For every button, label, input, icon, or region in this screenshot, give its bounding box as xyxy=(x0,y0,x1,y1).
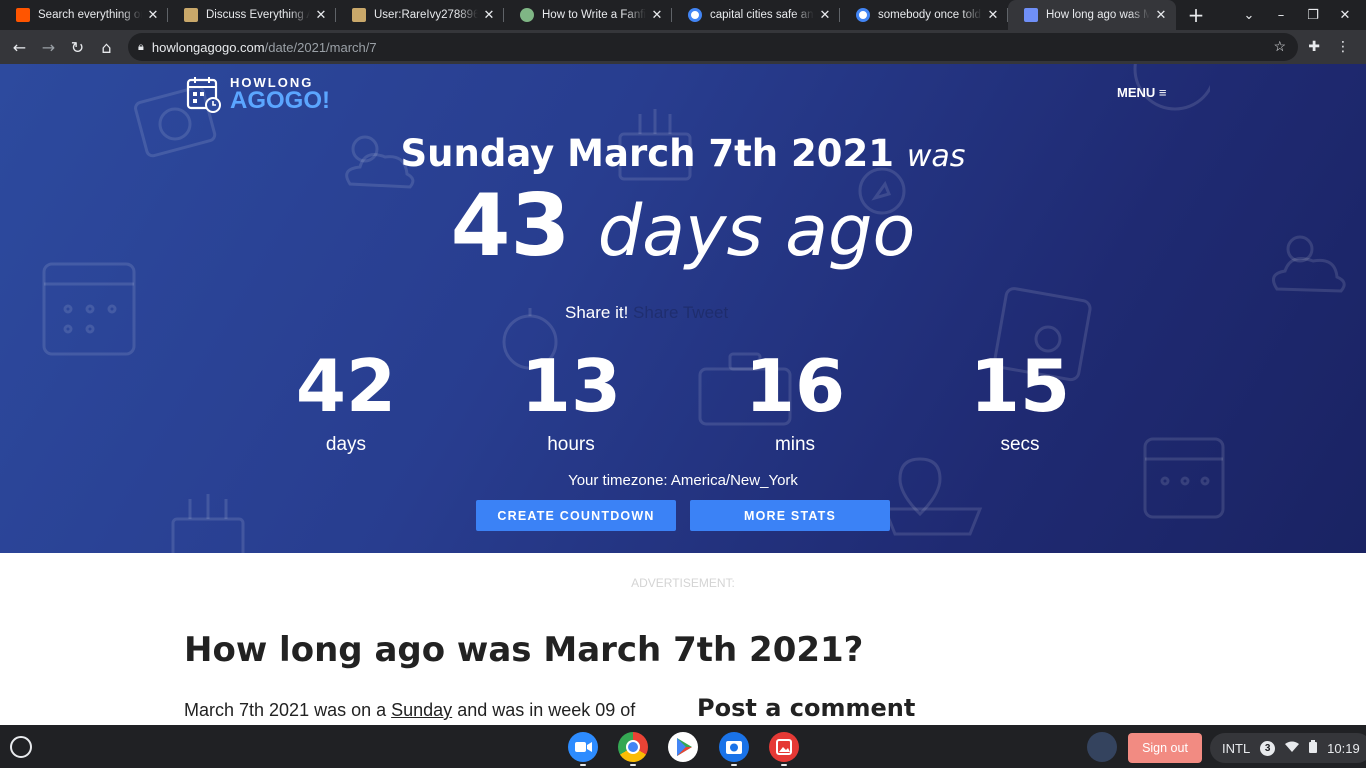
chrome-menu-icon[interactable]: ⋮ xyxy=(1336,39,1350,55)
new-tab-icon[interactable]: + xyxy=(1182,1,1210,29)
os-shelf: Sign out INTL 3 10:19 xyxy=(0,725,1366,768)
close-window-icon[interactable]: ✕ xyxy=(1336,8,1354,23)
wikihow-icon xyxy=(520,8,534,22)
create-countdown-button[interactable]: CREATE COUNTDOWN xyxy=(476,500,676,531)
counter-secs: 15 secs xyxy=(969,344,1071,455)
chrome-app-icon[interactable] xyxy=(618,732,648,762)
tab-6[interactable]: somebody once told m ✕ xyxy=(840,0,1008,30)
fandom-icon xyxy=(184,8,198,22)
address-bar[interactable]: 🔒︎ howlongagogo.com/date/2021/march/7 ☆ xyxy=(128,33,1298,61)
notification-count-badge: 3 xyxy=(1260,740,1276,756)
close-tab-icon[interactable]: ✕ xyxy=(482,7,496,23)
site-logo[interactable]: HOWLONG AGOGO! xyxy=(186,74,330,114)
soundcloud-icon xyxy=(16,8,30,22)
cake-decor-icon xyxy=(171,494,245,553)
bookmark-star-icon[interactable]: ☆ xyxy=(1273,38,1286,55)
counter-hours: 13 hours xyxy=(520,344,622,455)
close-tab-icon[interactable]: ✕ xyxy=(986,7,1000,23)
gallery-app-icon[interactable] xyxy=(769,732,799,762)
counter-mins: 16 mins xyxy=(744,344,846,455)
wifi-icon xyxy=(1285,741,1300,756)
share-button[interactable]: Share xyxy=(633,303,678,322)
post-comment-heading: Post a comment xyxy=(697,694,916,722)
close-tab-icon[interactable]: ✕ xyxy=(818,7,832,23)
reload-icon[interactable]: ↻ xyxy=(63,33,92,61)
browser-toolbar: ← → ↻ ⌂ 🔒︎ howlongagogo.com/date/2021/ma… xyxy=(0,30,1366,64)
tab-5[interactable]: capital cities safe and ✕ xyxy=(672,0,840,30)
sign-out-button[interactable]: Sign out xyxy=(1128,733,1202,763)
page-heading: How long ago was March 7th 2021? xyxy=(184,630,864,670)
menu-button[interactable]: MENU ≡ xyxy=(1117,85,1166,100)
google-icon xyxy=(856,8,870,22)
tab-1[interactable]: Search everything on S ✕ xyxy=(0,0,168,30)
zoom-app-icon[interactable] xyxy=(568,732,598,762)
close-tab-icon[interactable]: ✕ xyxy=(1154,7,1168,23)
tab-4[interactable]: How to Write a Fanfic ✕ xyxy=(504,0,672,30)
tab-7-active[interactable]: How long ago was Ma ✕ xyxy=(1008,0,1176,30)
fandom-icon xyxy=(352,8,366,22)
home-icon[interactable]: ⌂ xyxy=(92,33,121,61)
extensions-icon[interactable]: ✚ xyxy=(1308,39,1320,55)
launcher-icon[interactable] xyxy=(10,736,32,758)
hero-section: HOWLONG AGOGO! MENU ≡ Sunday March 7th 2… xyxy=(0,64,1366,553)
lock-icon: 🔒︎ xyxy=(138,40,144,53)
google-icon xyxy=(688,8,702,22)
tweet-button[interactable]: Tweet xyxy=(683,303,728,322)
tab-2[interactable]: Discuss Everything Ab ✕ xyxy=(168,0,336,30)
calendar-icon xyxy=(1024,8,1038,22)
tab-search-icon[interactable]: ⌄ xyxy=(1240,8,1258,23)
window-controls: ⌄ – ❐ ✕ xyxy=(1240,0,1366,30)
more-stats-button[interactable]: MORE STATS xyxy=(690,500,890,531)
clock-time: 10:19 xyxy=(1327,740,1360,756)
days-ago-headline: 43 days ago xyxy=(450,176,916,276)
back-icon[interactable]: ← xyxy=(5,33,34,61)
close-tab-icon[interactable]: ✕ xyxy=(650,7,664,23)
screenshot-thumbnail-icon[interactable] xyxy=(1087,732,1117,762)
map-pin-decor-icon xyxy=(882,457,983,536)
battery-icon xyxy=(1309,740,1318,756)
advertisement-label: ADVERTISEMENT: xyxy=(631,576,735,590)
play-store-icon[interactable] xyxy=(668,732,698,762)
tab-3[interactable]: User:RareIvy27889677 ✕ xyxy=(336,0,504,30)
tab-strip: Search everything on S ✕ Discuss Everyth… xyxy=(0,0,1366,30)
counter-days: 42 days xyxy=(295,344,397,455)
camera-app-icon[interactable] xyxy=(719,732,749,762)
forward-icon[interactable]: → xyxy=(34,33,63,61)
status-tray[interactable]: INTL 3 10:19 xyxy=(1210,733,1366,763)
minimize-icon[interactable]: – xyxy=(1272,8,1290,23)
restore-icon[interactable]: ❐ xyxy=(1304,8,1322,23)
sunday-link[interactable]: Sunday xyxy=(391,700,452,720)
close-tab-icon[interactable]: ✕ xyxy=(146,7,160,23)
close-tab-icon[interactable]: ✕ xyxy=(314,7,328,23)
timezone-text: Your timezone: America/New_York xyxy=(568,472,798,489)
share-row: Share it! Share Tweet xyxy=(565,303,729,322)
intro-paragraph: March 7th 2021 was on a Sunday and was i… xyxy=(184,700,636,720)
calendar-clock-logo-icon xyxy=(186,77,221,113)
date-headline: Sunday March 7th 2021 was xyxy=(400,132,966,175)
